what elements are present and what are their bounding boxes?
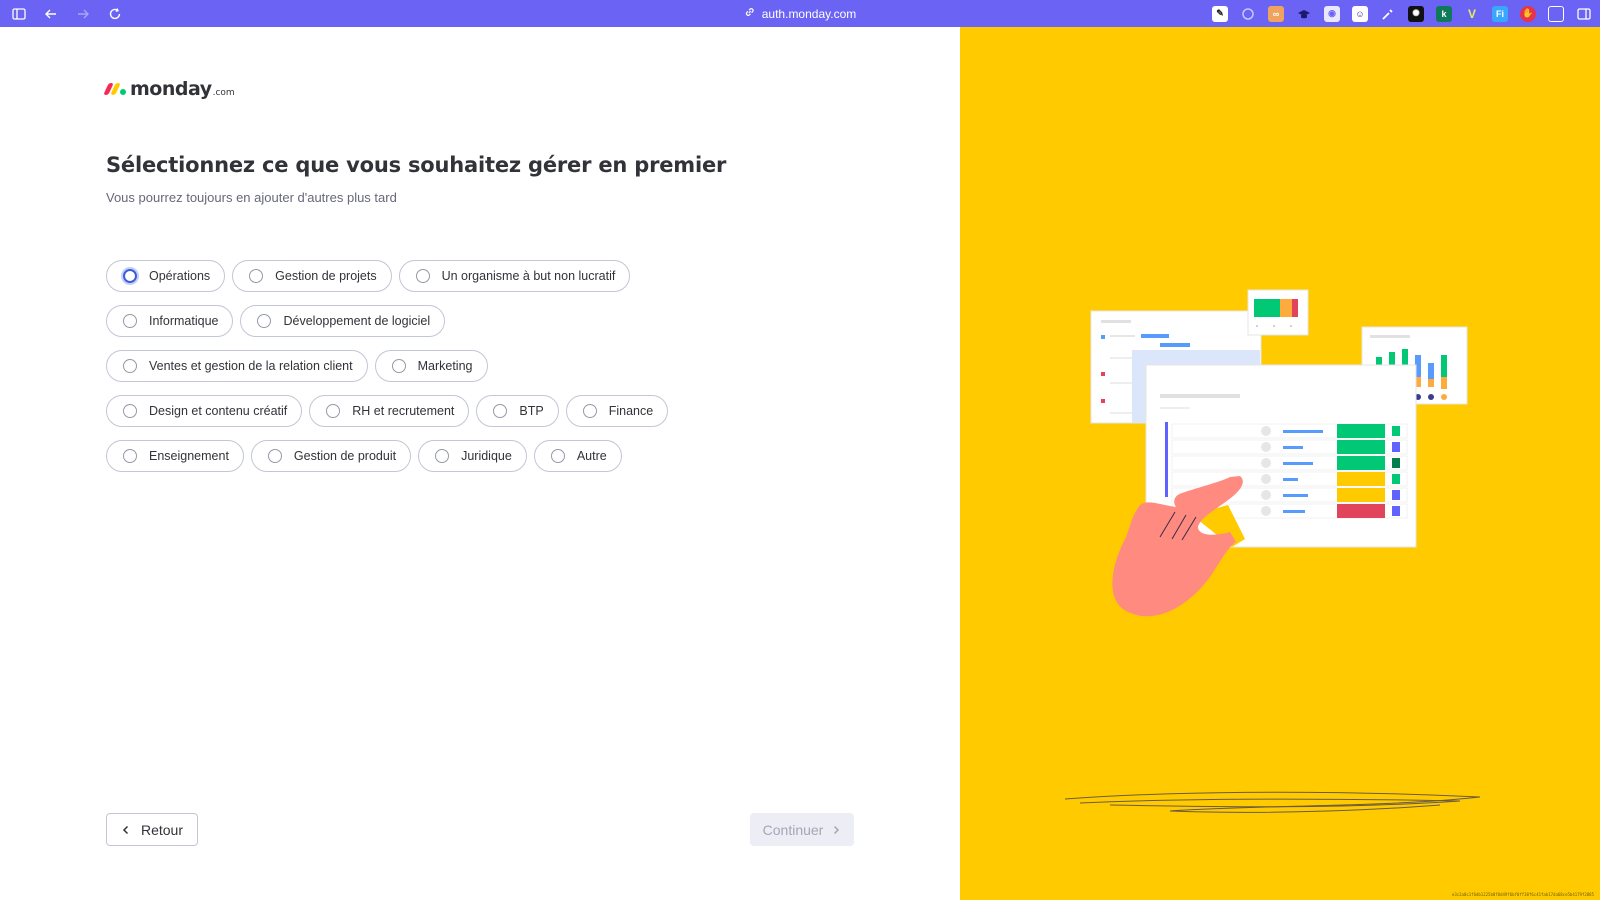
address-bar[interactable]: auth.monday.com <box>744 0 857 27</box>
radio-button[interactable] <box>391 359 406 373</box>
options-row: Enseignement Gestion de produit Juridiqu… <box>106 440 806 472</box>
extensions-area: ✎ ∞ ◉ ☺ ✺ k V Fi ✋ <box>1212 0 1592 27</box>
radio-button[interactable] <box>123 269 137 283</box>
radio-button[interactable] <box>123 314 137 328</box>
option-operations[interactable]: Opérations <box>106 260 226 292</box>
onboarding-form-panel: monday .com Sélectionnez ce que vous sou… <box>0 27 960 900</box>
radio-button[interactable] <box>267 449 282 463</box>
monday-logo-mark <box>103 77 126 95</box>
browser-toolbar: auth.monday.com ✎ ∞ ◉ ☺ ✺ k V Fi ✋ <box>0 0 1600 27</box>
back-button-label: Retour <box>140 821 184 838</box>
dashboard-illustration <box>1064 289 1481 813</box>
graduation-cap-extension-icon[interactable] <box>1296 6 1312 22</box>
options-row: Opérations Gestion de projets Un organis… <box>106 260 806 292</box>
option-organisme-non-lucratif[interactable]: Un organisme à but non lucratif <box>398 260 631 292</box>
radio-button[interactable] <box>326 404 341 418</box>
sidebar-toggle-icon[interactable] <box>10 5 28 23</box>
option-label: Ventes et gestion de la relation client <box>149 359 353 373</box>
option-finance[interactable]: Finance <box>565 395 669 427</box>
option-gestion-produit[interactable]: Gestion de produit <box>250 440 412 472</box>
option-juridique[interactable]: Juridique <box>418 440 527 472</box>
radio-button[interactable] <box>123 449 137 463</box>
radio-button[interactable] <box>123 359 137 373</box>
options-row: Design et contenu créatif RH et recrutem… <box>106 395 806 427</box>
option-label: Autre <box>576 449 607 463</box>
option-label: Juridique <box>461 449 512 463</box>
options-row: Ventes et gestion de la relation client … <box>106 350 806 382</box>
option-label: Informatique <box>149 314 219 328</box>
scribble-shadow-illustration <box>1064 791 1481 813</box>
option-label: Marketing <box>417 359 473 373</box>
option-marketing[interactable]: Marketing <box>374 350 488 382</box>
footer-id-text: e3c2a0c1f6db1225b8f8d49f6bf0ff38f6c41fab… <box>1451 892 1594 897</box>
v-extension-icon[interactable]: V <box>1464 6 1480 22</box>
radio-button[interactable] <box>550 449 565 463</box>
option-label: Gestion de produit <box>293 449 397 463</box>
option-label: Finance <box>608 404 654 418</box>
stop-extension-icon[interactable]: ✋ <box>1520 5 1536 22</box>
note-extension-icon[interactable] <box>1548 5 1564 22</box>
option-label: Design et contenu créatif <box>149 404 288 418</box>
option-informatique[interactable]: Informatique <box>106 305 234 337</box>
continue-button-label: Continuer <box>762 821 824 838</box>
reload-icon[interactable] <box>106 5 124 23</box>
logo-suffix-text: .com <box>212 88 235 98</box>
back-button[interactable]: Retour <box>106 813 198 846</box>
option-btp[interactable]: BTP <box>476 395 559 427</box>
option-label: Un organisme à but non lucratif <box>441 269 616 283</box>
glasses-extension-icon[interactable]: ∞ <box>1268 5 1284 22</box>
option-developpement-logiciel[interactable]: Développement de logiciel <box>240 305 446 337</box>
radio-button[interactable] <box>493 404 508 418</box>
face-extension-icon[interactable]: ☺ <box>1352 5 1368 22</box>
option-autre[interactable]: Autre <box>533 440 622 472</box>
option-enseignement[interactable]: Enseignement <box>106 440 244 472</box>
option-label: Opérations <box>149 269 211 283</box>
puzzle-extension-icon[interactable] <box>1240 6 1256 22</box>
radio-button[interactable] <box>435 449 450 463</box>
chevron-left-icon <box>121 822 131 838</box>
openai-extension-icon[interactable]: ✺ <box>1408 5 1424 22</box>
category-options: Opérations Gestion de projets Un organis… <box>106 260 806 485</box>
option-rh-recrutement[interactable]: RH et recrutement <box>309 395 470 427</box>
radio-button[interactable] <box>582 404 597 418</box>
sidebar-right-icon[interactable] <box>1576 6 1592 22</box>
hand-illustration <box>1112 476 1245 617</box>
continue-button[interactable]: Continuer <box>750 813 854 846</box>
option-design-contenu[interactable]: Design et contenu créatif <box>106 395 303 427</box>
radio-button[interactable] <box>249 269 264 283</box>
circle-extension-icon[interactable]: ◉ <box>1324 5 1340 22</box>
illustration-panel: e3c2a0c1f6db1225b8f8d49f6bf0ff38f6c41fab… <box>960 27 1600 900</box>
chevron-right-icon <box>831 822 841 838</box>
link-icon <box>744 6 756 21</box>
eyedropper-extension-icon[interactable] <box>1380 6 1396 22</box>
forward-arrow-icon[interactable] <box>74 5 92 23</box>
option-ventes-crm[interactable]: Ventes et gestion de la relation client <box>106 350 368 382</box>
back-arrow-icon[interactable] <box>42 5 60 23</box>
fi-extension-icon[interactable]: Fi <box>1492 5 1508 22</box>
pen-extension-icon[interactable]: ✎ <box>1212 5 1228 22</box>
monday-logo: monday .com <box>103 77 235 100</box>
status-mini-card-illustration <box>1247 289 1309 336</box>
option-gestion-de-projets[interactable]: Gestion de projets <box>232 260 392 292</box>
radio-button[interactable] <box>257 314 272 328</box>
option-label: Développement de logiciel <box>283 314 431 328</box>
radio-button[interactable] <box>123 404 137 418</box>
logo-brand-text: monday <box>130 78 212 100</box>
options-row: Informatique Développement de logiciel <box>106 305 806 337</box>
k-extension-icon[interactable]: k <box>1436 5 1452 22</box>
radio-button[interactable] <box>415 269 430 283</box>
option-label: Gestion de projets <box>275 269 377 283</box>
url-text: auth.monday.com <box>761 6 857 21</box>
option-label: BTP <box>519 404 544 418</box>
option-label: Enseignement <box>149 449 229 463</box>
option-label: RH et recrutement <box>352 404 455 418</box>
page-subtitle: Vous pourrez toujours en ajouter d'autre… <box>106 190 397 205</box>
page-title: Sélectionnez ce que vous souhaitez gérer… <box>106 153 727 177</box>
